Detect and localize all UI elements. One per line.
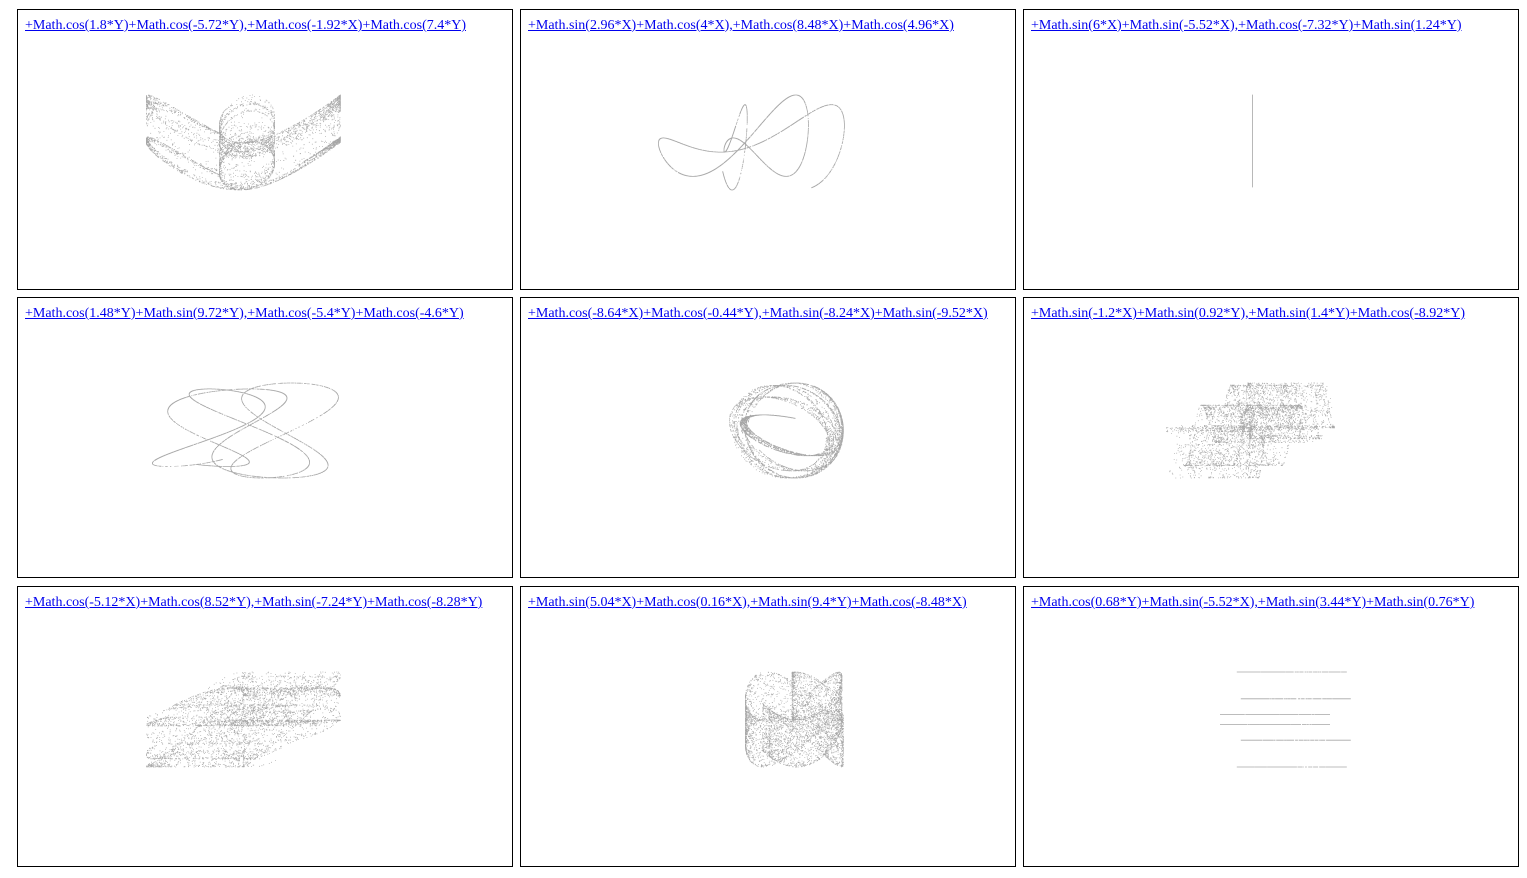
attractor-card: +Math.sin(-1.2*X)+Math.sin(0.92*Y),+Math… <box>1023 297 1519 578</box>
attractor-canvas <box>1220 671 1351 768</box>
attractor-trace <box>658 94 845 191</box>
attractor-grid: +Math.cos(1.8*Y)+Math.cos(-5.72*Y),+Math… <box>0 0 1527 878</box>
attractor-trace <box>146 94 341 191</box>
attractor-canvas <box>658 94 845 191</box>
attractor-card: +Math.sin(2.96*X)+Math.cos(4*X),+Math.co… <box>520 9 1016 290</box>
attractor-canvas <box>729 382 844 479</box>
attractor-card: +Math.sin(5.04*X)+Math.cos(0.16*X),+Math… <box>520 586 1016 867</box>
attractor-trace <box>1166 382 1335 479</box>
attractor-card: +Math.cos(1.48*Y)+Math.sin(9.72*Y),+Math… <box>17 297 513 578</box>
attractor-trace <box>146 671 341 768</box>
attractor-card: +Math.cos(0.68*Y)+Math.sin(-5.52*X),+Mat… <box>1023 586 1519 867</box>
attractor-canvas <box>146 94 341 191</box>
attractor-trace <box>745 671 844 768</box>
attractor-trace <box>729 382 844 479</box>
attractor-canvas <box>146 671 341 768</box>
attractor-canvas <box>745 671 844 768</box>
attractor-canvas <box>152 382 339 479</box>
attractor-card: +Math.cos(-5.12*X)+Math.cos(8.52*Y),+Mat… <box>17 586 513 867</box>
attractor-card: +Math.cos(-8.64*X)+Math.cos(-0.44*Y),+Ma… <box>520 297 1016 578</box>
attractor-canvas <box>1252 94 1253 188</box>
attractor-trace <box>1220 671 1351 768</box>
attractor-card: +Math.sin(6*X)+Math.sin(-5.52*X),+Math.c… <box>1023 9 1519 290</box>
attractor-trace <box>1252 94 1253 188</box>
attractor-card: +Math.cos(1.8*Y)+Math.cos(-5.72*Y),+Math… <box>17 9 513 290</box>
attractor-trace <box>152 382 339 479</box>
attractor-canvas <box>1166 382 1335 479</box>
